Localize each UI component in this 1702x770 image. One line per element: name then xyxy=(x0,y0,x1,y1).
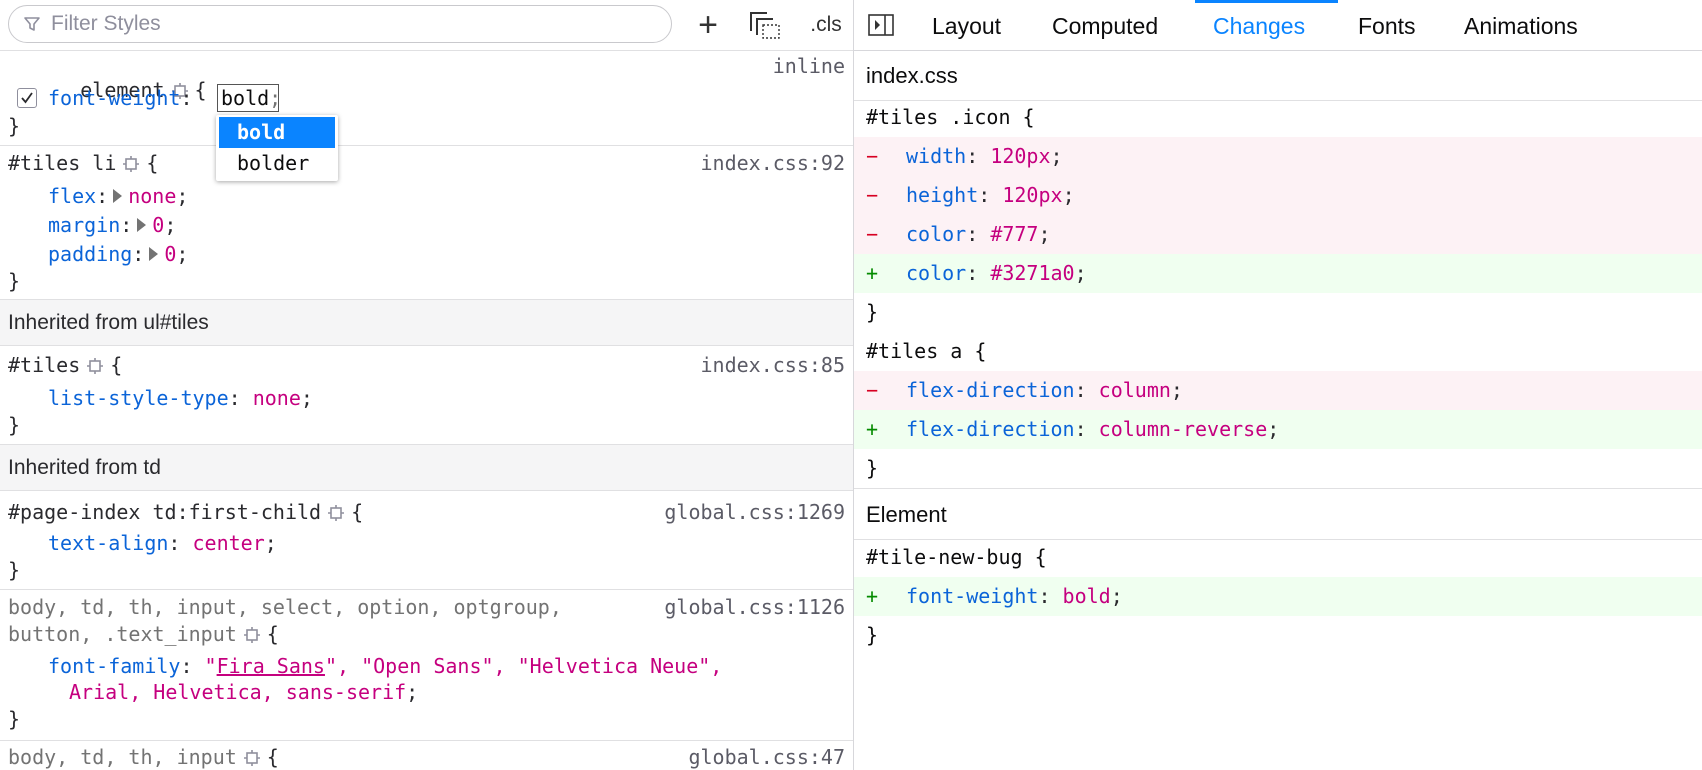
change-line-removed: − width: 120px; xyxy=(854,137,1702,176)
gear-icon[interactable] xyxy=(86,357,104,375)
change-rule-selector: #tiles .icon { xyxy=(866,105,1035,129)
rule-selector: #tiles xyxy=(8,353,81,377)
editor-text: bold xyxy=(221,86,270,110)
filter-styles-box[interactable] xyxy=(8,5,672,43)
active-tab-indicator xyxy=(1195,0,1338,3)
change-rule-selector: #tiles a { xyxy=(866,339,987,363)
tab-fonts[interactable]: Fonts xyxy=(1358,0,1416,50)
property-value[interactable]: none xyxy=(253,386,301,410)
rule-source-link[interactable]: global.css:1126 xyxy=(664,595,845,619)
property-name[interactable]: padding xyxy=(48,242,132,266)
property-value[interactable]: none xyxy=(128,184,176,208)
property-name[interactable]: list-style-type xyxy=(48,386,229,410)
gear-icon[interactable] xyxy=(327,504,345,522)
rule-body-multi: body, td, th, input, select, option, opt… xyxy=(0,590,853,741)
rule-source-link[interactable]: global.css:47 xyxy=(688,745,845,769)
rule-selector: #page-index td:first-child xyxy=(8,500,322,524)
rule-tiles-li: #tiles li{ index.css:92 flex: none; margi… xyxy=(0,146,853,300)
checkmark-icon xyxy=(21,92,33,104)
toggle-pseudo-classes-button[interactable] xyxy=(745,6,785,44)
rule-page-index: #page-index td:first-child{ global.css:1… xyxy=(0,492,853,590)
sidebar-toggle-icon xyxy=(868,14,894,36)
property-name[interactable]: flex xyxy=(48,184,96,208)
change-line-added: + color: #3271a0; xyxy=(854,254,1702,293)
rule-element: element{ inline font-weight: } xyxy=(0,51,853,146)
gear-icon[interactable] xyxy=(243,749,261,767)
change-line-removed: − color: #777; xyxy=(854,215,1702,254)
change-line-removed: − flex-direction: column; xyxy=(854,371,1702,410)
tab-animations[interactable]: Animations xyxy=(1464,0,1578,50)
rule-selector-line2: button, .text_input xyxy=(8,622,237,646)
property-value-continued[interactable]: Arial, Helvetica, sans-serif xyxy=(69,680,406,704)
change-rule-close: } xyxy=(866,300,879,324)
change-rule-selector: #tile-new-bug { xyxy=(866,545,1047,569)
rules-panel: + .cls element{ inline font-weight: } bo… xyxy=(0,0,854,770)
brace-close: } xyxy=(8,114,21,138)
sidebar-tabs: Layout Computed Changes Fonts Animations xyxy=(854,0,1702,51)
inherited-header-td: Inherited from td xyxy=(0,445,853,491)
rules-toolbar: + .cls xyxy=(0,0,853,51)
tab-computed[interactable]: Computed xyxy=(1052,0,1158,50)
property-value[interactable]: ", "Open Sans", "Helvetica Neue", xyxy=(325,654,722,678)
change-line-added: + flex-direction: column-reverse; xyxy=(854,410,1702,449)
sidebar-panel: Layout Computed Changes Fonts Animations… xyxy=(854,0,1702,770)
inplace-value-editor[interactable]: bold; xyxy=(217,84,281,112)
filter-icon xyxy=(24,17,40,31)
rule-body-input: body, td, th, input{ global.css:47 xyxy=(8,745,845,769)
autocomplete-item-bold[interactable]: bold xyxy=(219,117,335,148)
property-value[interactable]: center xyxy=(193,531,265,555)
changes-file-header: index.css xyxy=(854,51,1702,101)
inherited-header-ul: Inherited from ul#tiles xyxy=(0,300,853,346)
gear-icon[interactable] xyxy=(243,626,261,644)
property-name[interactable]: font-family xyxy=(48,654,180,678)
gear-icon[interactable] xyxy=(122,155,140,173)
toggle-sidebar-button[interactable] xyxy=(868,12,894,38)
rule-source-link[interactable]: index.css:92 xyxy=(701,151,846,175)
property-value[interactable]: 0 xyxy=(164,242,176,266)
add-rule-button[interactable]: + xyxy=(690,6,726,44)
class-panel-button[interactable]: .cls xyxy=(802,6,850,44)
change-line-removed: − height: 120px; xyxy=(854,176,1702,215)
changes-element-header: Element xyxy=(854,490,1702,540)
property-name[interactable]: text-align xyxy=(48,531,168,555)
change-line-added: + font-weight: bold; xyxy=(854,577,1702,616)
rule-tiles: #tiles{ index.css:85 list-style-type: no… xyxy=(0,347,853,445)
declaration-checkbox[interactable] xyxy=(17,88,37,108)
tab-changes[interactable]: Changes xyxy=(1213,0,1305,50)
tab-layout[interactable]: Layout xyxy=(932,0,1001,50)
expand-triangle-icon[interactable] xyxy=(113,189,123,203)
property-name[interactable]: font-weight xyxy=(48,86,180,110)
value-quote: " xyxy=(204,654,217,678)
property-value[interactable]: 0 xyxy=(152,213,164,237)
font-link-fira-sans[interactable]: Fira Sans xyxy=(217,654,325,678)
filter-styles-input[interactable] xyxy=(49,11,653,37)
expand-triangle-icon[interactable] xyxy=(149,247,159,261)
rule-source-link[interactable]: index.css:85 xyxy=(701,353,846,377)
rule-source-link[interactable]: global.css:1269 xyxy=(664,500,845,524)
rule-selector: body, td, th, input xyxy=(8,745,237,769)
change-rule-close: } xyxy=(866,623,879,647)
rule-source-link[interactable]: inline xyxy=(773,54,845,78)
pseudo-class-icon xyxy=(750,12,780,39)
property-name[interactable]: margin xyxy=(48,213,120,237)
expand-triangle-icon[interactable] xyxy=(137,218,147,232)
rule-selector: #tiles li xyxy=(8,151,117,175)
change-rule-close: } xyxy=(854,449,1702,489)
rule-selector-line1: body, td, th, input, select, option, opt… xyxy=(8,595,562,619)
